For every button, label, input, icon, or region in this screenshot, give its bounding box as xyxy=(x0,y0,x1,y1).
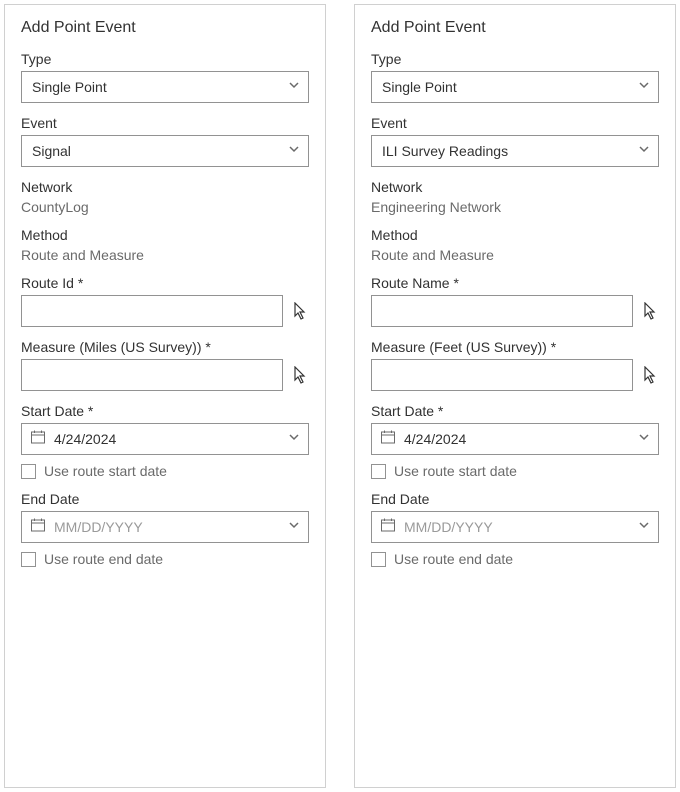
use-route-end-label: Use route end date xyxy=(44,551,163,567)
chevron-down-icon xyxy=(288,78,300,96)
event-value: ILI Survey Readings xyxy=(382,143,508,159)
method-label: Method xyxy=(21,227,309,243)
start-date-input[interactable]: 4/24/2024 xyxy=(21,423,309,455)
use-route-start-checkbox[interactable] xyxy=(21,464,36,479)
cursor-icon xyxy=(643,366,657,384)
calendar-icon xyxy=(380,517,396,538)
map-picker-button[interactable] xyxy=(641,300,659,322)
event-field: Event Signal xyxy=(21,115,309,167)
end-date-input[interactable]: MM/DD/YYYY xyxy=(371,511,659,543)
network-label: Network xyxy=(21,179,309,195)
chevron-down-icon xyxy=(638,430,650,448)
panel-title: Add Point Event xyxy=(21,19,309,37)
measure-input[interactable] xyxy=(371,359,633,391)
network-value: CountyLog xyxy=(21,199,309,215)
measure-field: Measure (Feet (US Survey)) * xyxy=(371,339,659,391)
route-label: Route Id * xyxy=(21,275,309,291)
end-date-label: End Date xyxy=(21,491,309,507)
cursor-icon xyxy=(293,366,307,384)
type-label: Type xyxy=(21,51,309,67)
chevron-down-icon xyxy=(638,142,650,160)
type-select[interactable]: Single Point xyxy=(371,71,659,103)
route-input[interactable] xyxy=(21,295,283,327)
type-field: Type Single Point xyxy=(371,51,659,103)
method-value: Route and Measure xyxy=(21,247,309,263)
type-field: Type Single Point xyxy=(21,51,309,103)
network-value: Engineering Network xyxy=(371,199,659,215)
method-label: Method xyxy=(371,227,659,243)
cursor-icon xyxy=(293,302,307,320)
method-field: Method Route and Measure xyxy=(371,227,659,263)
end-date-input[interactable]: MM/DD/YYYY xyxy=(21,511,309,543)
use-route-start-checkbox[interactable] xyxy=(371,464,386,479)
measure-label: Measure (Feet (US Survey)) * xyxy=(371,339,659,355)
map-picker-button[interactable] xyxy=(291,300,309,322)
end-date-label: End Date xyxy=(371,491,659,507)
event-select[interactable]: Signal xyxy=(21,135,309,167)
calendar-icon xyxy=(30,429,46,450)
method-value: Route and Measure xyxy=(371,247,659,263)
event-field: Event ILI Survey Readings xyxy=(371,115,659,167)
route-label: Route Name * xyxy=(371,275,659,291)
start-date-value: 4/24/2024 xyxy=(54,431,116,447)
end-date-placeholder: MM/DD/YYYY xyxy=(54,519,143,535)
event-label: Event xyxy=(21,115,309,131)
start-date-label: Start Date * xyxy=(371,403,659,419)
start-date-field: Start Date * 4/24/2024 Use route start d… xyxy=(371,403,659,479)
calendar-icon xyxy=(30,517,46,538)
use-route-start-label: Use route start date xyxy=(394,463,517,479)
route-input[interactable] xyxy=(371,295,633,327)
chevron-down-icon xyxy=(288,142,300,160)
start-date-value: 4/24/2024 xyxy=(404,431,466,447)
network-field: Network CountyLog xyxy=(21,179,309,215)
start-date-input[interactable]: 4/24/2024 xyxy=(371,423,659,455)
event-select[interactable]: ILI Survey Readings xyxy=(371,135,659,167)
network-field: Network Engineering Network xyxy=(371,179,659,215)
measure-label: Measure (Miles (US Survey)) * xyxy=(21,339,309,355)
start-date-label: Start Date * xyxy=(21,403,309,419)
calendar-icon xyxy=(380,429,396,450)
end-date-field: End Date MM/DD/YYYY Use route end date xyxy=(371,491,659,567)
route-field: Route Name * xyxy=(371,275,659,327)
panel-title: Add Point Event xyxy=(371,19,659,37)
panel-left: Add Point Event Type Single Point Event … xyxy=(4,4,326,788)
use-route-end-label: Use route end date xyxy=(394,551,513,567)
chevron-down-icon xyxy=(638,518,650,536)
type-value: Single Point xyxy=(32,79,107,95)
type-value: Single Point xyxy=(382,79,457,95)
start-date-field: Start Date * 4/24/2024 Use route start d… xyxy=(21,403,309,479)
type-label: Type xyxy=(371,51,659,67)
chevron-down-icon xyxy=(288,430,300,448)
end-date-placeholder: MM/DD/YYYY xyxy=(404,519,493,535)
network-label: Network xyxy=(371,179,659,195)
route-field: Route Id * xyxy=(21,275,309,327)
event-value: Signal xyxy=(32,143,71,159)
measure-input[interactable] xyxy=(21,359,283,391)
event-label: Event xyxy=(371,115,659,131)
map-picker-button[interactable] xyxy=(641,364,659,386)
type-select[interactable]: Single Point xyxy=(21,71,309,103)
chevron-down-icon xyxy=(638,78,650,96)
use-route-start-label: Use route start date xyxy=(44,463,167,479)
measure-field: Measure (Miles (US Survey)) * xyxy=(21,339,309,391)
cursor-icon xyxy=(643,302,657,320)
panel-right: Add Point Event Type Single Point Event … xyxy=(354,4,676,788)
use-route-end-checkbox[interactable] xyxy=(21,552,36,567)
method-field: Method Route and Measure xyxy=(21,227,309,263)
end-date-field: End Date MM/DD/YYYY Use route end date xyxy=(21,491,309,567)
chevron-down-icon xyxy=(288,518,300,536)
map-picker-button[interactable] xyxy=(291,364,309,386)
use-route-end-checkbox[interactable] xyxy=(371,552,386,567)
